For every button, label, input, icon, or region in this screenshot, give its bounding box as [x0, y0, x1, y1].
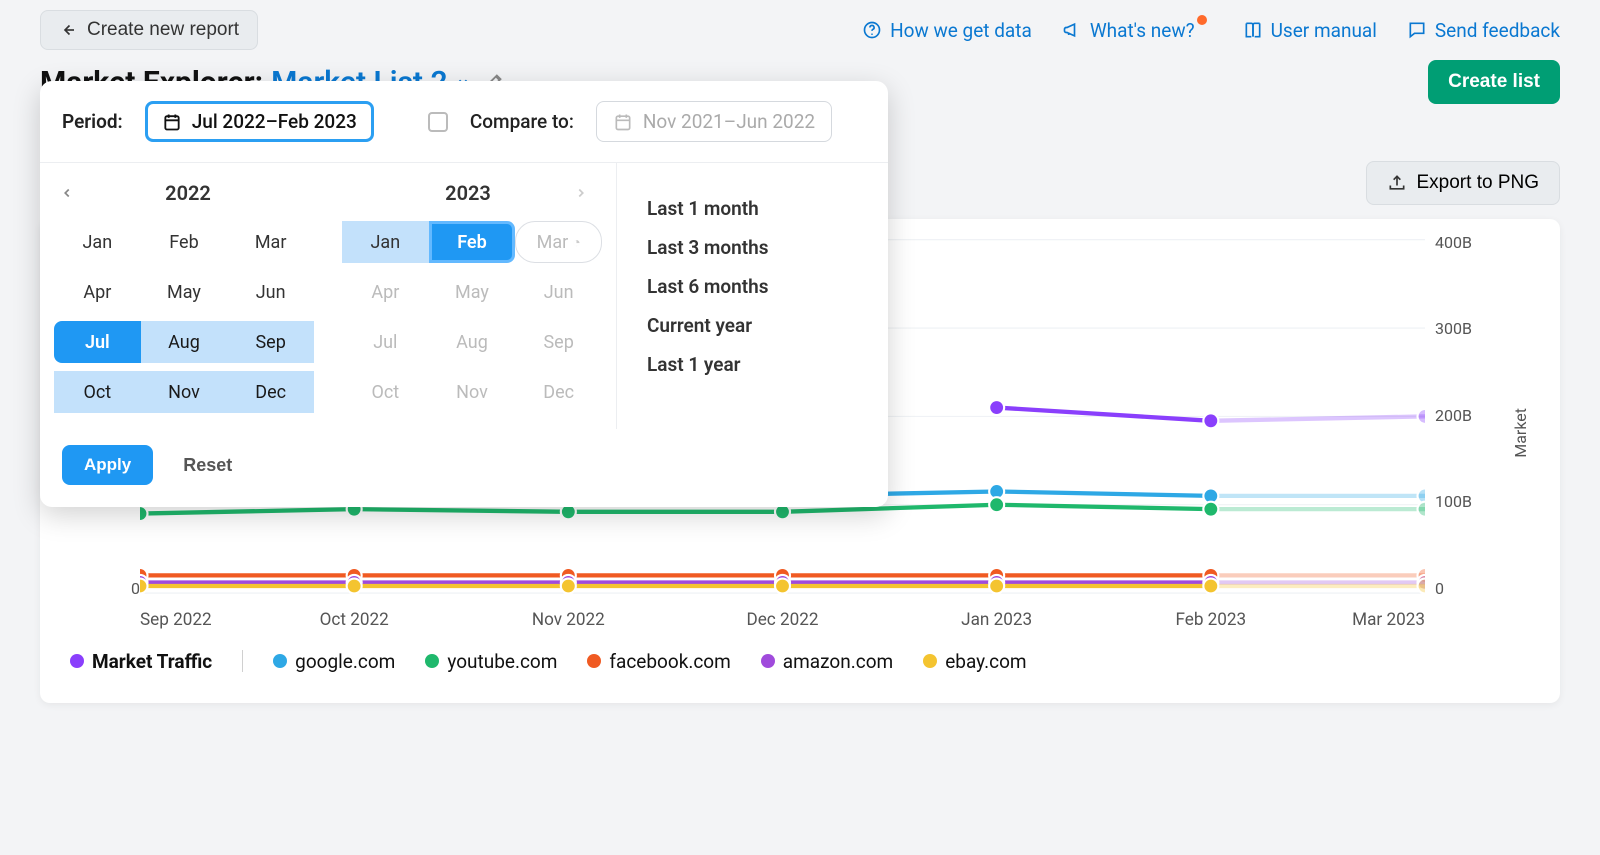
legend-dot-icon [923, 654, 937, 668]
legend-item[interactable]: ebay.com [923, 650, 1026, 673]
next-year-button[interactable] [574, 186, 596, 200]
top-links: How we get data What's new? User manual … [862, 19, 1560, 42]
month-aug-2022[interactable]: Aug [141, 321, 228, 363]
megaphone-icon [1062, 20, 1082, 40]
chart-legend: Market Traffic google.com youtube.com faceb… [70, 650, 1530, 673]
send-feedback-link[interactable]: Send feedback [1407, 19, 1560, 42]
svg-text:Jan 2023: Jan 2023 [961, 610, 1032, 630]
legend-dot-icon [761, 654, 775, 668]
y-axis-right: 400B 300B 200B 100B 0 [1425, 229, 1505, 636]
calendar-year-right: 2023 [445, 181, 491, 205]
month-jan-2022[interactable]: Jan [54, 221, 141, 263]
month-feb-2022[interactable]: Feb [141, 221, 228, 263]
prev-year-button[interactable] [60, 186, 82, 200]
legend-item[interactable]: Market Traffic [70, 650, 212, 673]
calendar-year-left: 2022 [165, 181, 211, 205]
month-may-2022[interactable]: May [141, 271, 228, 313]
month-oct-2023: Oct [342, 371, 429, 413]
svg-text:Dec 2022: Dec 2022 [746, 610, 818, 630]
svg-text:Mar 2023: Mar 2023 [1352, 610, 1425, 630]
reset-button[interactable]: Reset [177, 454, 238, 477]
svg-text:Nov 2022: Nov 2022 [532, 610, 605, 630]
preset-current-year[interactable]: Current year [647, 306, 858, 345]
month-sep-2022[interactable]: Sep [227, 321, 314, 363]
date-range-chip[interactable]: Jul 2022–Feb 2023 [145, 101, 374, 142]
legend-label: ebay.com [945, 650, 1026, 673]
compare-range-chip[interactable]: Nov 2021–Jun 2022 [596, 101, 832, 142]
month-mar-2023[interactable]: Mar◔ [515, 221, 602, 263]
month-jul-2022[interactable]: Jul [54, 321, 141, 363]
create-report-button[interactable]: Create new report [40, 10, 258, 50]
month-jun-2023: Jun [515, 271, 602, 313]
legend-dot-icon [587, 654, 601, 668]
legend-label: amazon.com [783, 650, 893, 673]
month-may-2023: May [429, 271, 516, 313]
month-nov-2022[interactable]: Nov [141, 371, 228, 413]
legend-item[interactable]: amazon.com [761, 650, 893, 673]
calendar-left: 2022 JanFebMar AprMayJun JulAugSep OctNovDe… [40, 163, 328, 429]
month-jan-2023[interactable]: Jan [342, 221, 429, 263]
create-report-label: Create new report [87, 19, 239, 41]
preset-last-6-months[interactable]: Last 6 months [647, 267, 858, 306]
legend-item[interactable]: youtube.com [425, 650, 557, 673]
export-png-button[interactable]: Export to PNG [1366, 161, 1561, 205]
calendar-icon [162, 112, 182, 132]
chevron-left-icon [60, 186, 74, 200]
preset-last-1-year[interactable]: Last 1 year [647, 345, 858, 384]
month-sep-2023: Sep [515, 321, 602, 363]
notification-dot-icon [1197, 15, 1207, 25]
legend-item[interactable]: facebook.com [587, 650, 730, 673]
legend-label: Market Traffic [92, 650, 212, 673]
compare-checkbox[interactable] [428, 112, 448, 132]
apply-button[interactable]: Apply [62, 445, 153, 485]
chat-icon [1407, 20, 1427, 40]
whats-new-link[interactable]: What's new? [1062, 19, 1213, 42]
user-manual-link[interactable]: User manual [1243, 19, 1377, 42]
svg-text:Sep 2022: Sep 2022 [140, 610, 212, 630]
legend-dot-icon [425, 654, 439, 668]
month-apr-2022[interactable]: Apr [54, 271, 141, 313]
legend-label: youtube.com [447, 650, 557, 673]
date-range-popover: Period: Jul 2022–Feb 2023 Compare to: No… [40, 81, 888, 507]
chevron-right-icon [574, 186, 588, 200]
legend-dot-icon [273, 654, 287, 668]
calendar-right: 2023 JanFebMar◔ AprMayJun JulAugSep OctNovD… [328, 163, 616, 429]
create-list-button[interactable]: Create list [1428, 60, 1560, 104]
svg-text:Feb 2023: Feb 2023 [1175, 610, 1246, 630]
y-axis-right-title: Market [1511, 408, 1530, 458]
month-nov-2023: Nov [429, 371, 516, 413]
preset-last-3-months[interactable]: Last 3 months [647, 228, 858, 267]
month-oct-2022[interactable]: Oct [54, 371, 141, 413]
svg-text:Oct 2022: Oct 2022 [320, 610, 389, 630]
month-mar-2022[interactable]: Mar [227, 221, 314, 263]
help-icon [862, 20, 882, 40]
how-we-get-data-link[interactable]: How we get data [862, 19, 1032, 42]
month-jul-2023: Jul [342, 321, 429, 363]
date-presets: Last 1 monthLast 3 monthsLast 6 monthsCu… [617, 163, 888, 429]
legend-dot-icon [70, 654, 84, 668]
period-label: Period: [62, 110, 123, 133]
month-dec-2022[interactable]: Dec [227, 371, 314, 413]
month-dec-2023: Dec [515, 371, 602, 413]
legend-item[interactable]: google.com [273, 650, 395, 673]
month-feb-2023[interactable]: Feb [429, 221, 516, 263]
arrow-left-icon [59, 21, 77, 39]
upload-icon [1387, 173, 1407, 193]
legend-label: google.com [295, 650, 395, 673]
month-apr-2023: Apr [342, 271, 429, 313]
calendar-icon [613, 112, 633, 132]
book-icon [1243, 20, 1263, 40]
preset-last-1-month[interactable]: Last 1 month [647, 189, 858, 228]
month-aug-2023: Aug [429, 321, 516, 363]
legend-label: facebook.com [609, 650, 730, 673]
month-jun-2022[interactable]: Jun [227, 271, 314, 313]
compare-label: Compare to: [470, 110, 574, 133]
